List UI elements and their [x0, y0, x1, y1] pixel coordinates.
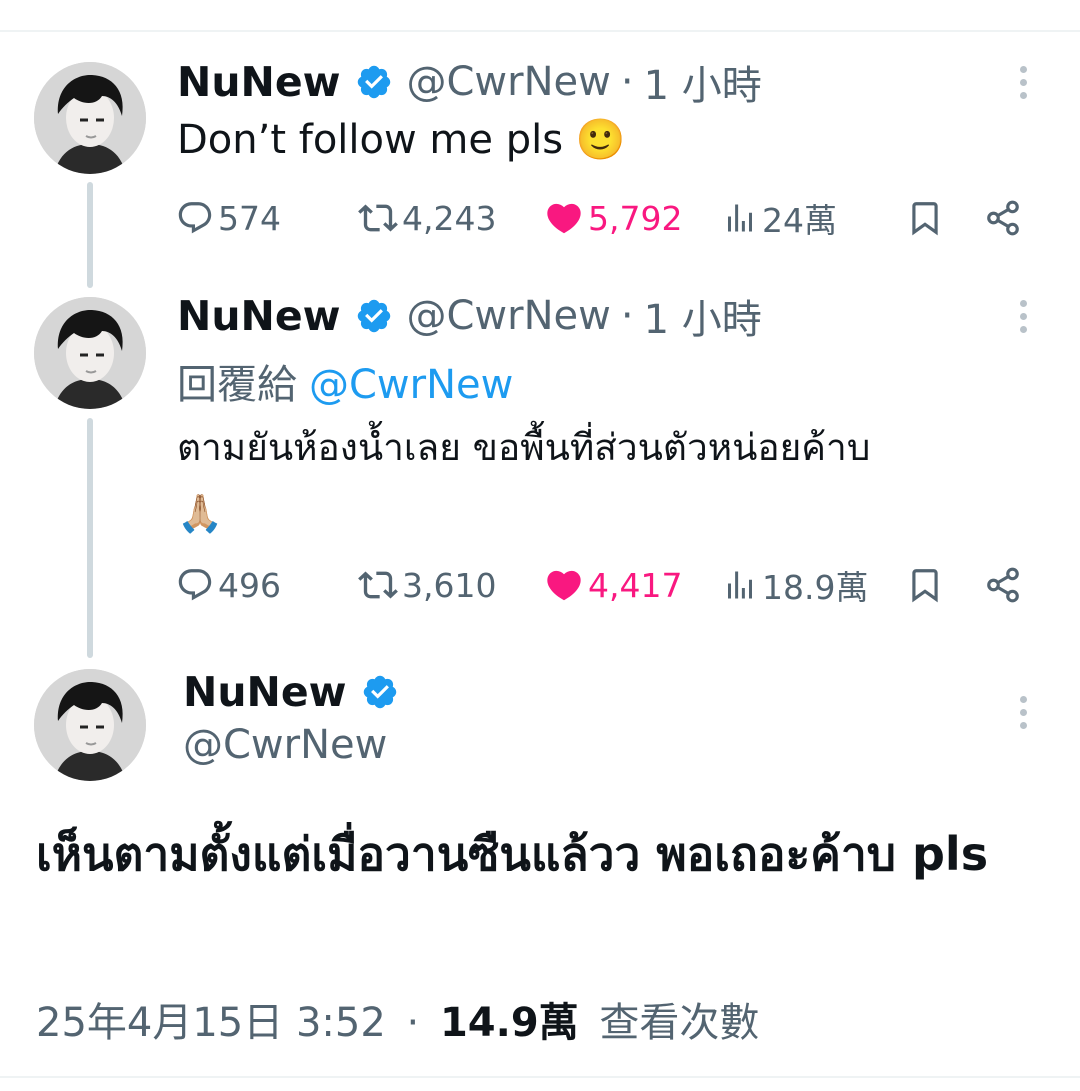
avatar[interactable] [34, 669, 146, 781]
tweet-meta: 25年4月15日 3:52 · 14.9萬 查看次數 [36, 990, 759, 1048]
like-button[interactable]: 4,417 [544, 560, 682, 610]
like-button[interactable]: 5,792 [544, 193, 682, 243]
like-count: 5,792 [588, 198, 683, 238]
tweet-text-line: ตามยันห้องน้ำเลย ขอพื้นที่ส่วนตัวหน่อยค้… [177, 426, 871, 469]
reply-icon [178, 202, 212, 234]
tweet-actions: 496 3,610 4,417 18.9萬 [176, 560, 1026, 610]
verified-badge-icon [355, 297, 393, 335]
separator-dot: · [620, 293, 634, 339]
main-tweet-name-row: NuNew [183, 664, 399, 720]
timestamp[interactable]: 1 小時 [644, 53, 762, 111]
handle[interactable]: @CwrNew [407, 59, 611, 105]
views-total: 14.9萬 [439, 1000, 579, 1046]
tweet-header: NuNew @CwrNew · 1 小時 [177, 54, 762, 110]
bookmark-icon [912, 569, 938, 603]
views-button[interactable]: 24萬 [722, 193, 837, 243]
verified-badge-icon [361, 673, 399, 711]
handle[interactable]: @CwrNew [183, 722, 387, 768]
more-options-icon[interactable] [1017, 300, 1029, 333]
views-button[interactable]: 18.9萬 [722, 560, 868, 610]
display-name[interactable]: NuNew [183, 668, 347, 716]
views-count: 24萬 [762, 201, 837, 240]
bookmark-icon [912, 202, 938, 236]
thread-line [87, 418, 93, 658]
avatar[interactable] [34, 62, 146, 174]
bottom-divider [0, 1076, 1080, 1078]
retweet-count: 3,610 [402, 565, 497, 605]
reply-mention-link[interactable]: @CwrNew [309, 362, 513, 408]
bookmark-button[interactable] [906, 193, 944, 243]
more-options-icon[interactable] [1017, 696, 1029, 729]
more-options-icon[interactable] [1017, 66, 1029, 99]
share-icon [987, 567, 1019, 603]
reply-button[interactable]: 574 [176, 193, 281, 243]
retweet-icon [358, 204, 398, 232]
views-count: 18.9萬 [762, 568, 869, 607]
share-button[interactable] [984, 193, 1022, 243]
separator-dot: · [406, 1000, 420, 1046]
tweet-text: ตามยันห้องน้ำเลย ขอพื้นที่ส่วนตัวหน่อยค้… [177, 418, 1027, 544]
share-icon [987, 200, 1019, 236]
retweet-icon [358, 571, 398, 599]
tweet-header: NuNew @CwrNew · 1 小時 [177, 288, 762, 344]
thread-line [87, 182, 93, 288]
tweet-text: Don’t follow me pls 🙂 [177, 117, 626, 163]
reply-prefix: 回覆給 [177, 362, 297, 408]
reply-icon [178, 569, 212, 601]
main-tweet-text: เห็นตามตั้งแต่เมื่อวานซืนแล้วว พอเถอะค้า… [36, 827, 989, 881]
reply-context: 回覆給 @CwrNew [177, 352, 513, 410]
tweet-text-emoji: 🙏🏼 [177, 492, 224, 535]
like-count: 4,417 [588, 565, 683, 605]
views-label: 查看次數 [599, 1000, 760, 1046]
heart-icon [547, 570, 581, 601]
retweet-button[interactable]: 3,610 [358, 560, 496, 610]
views-icon [728, 571, 752, 599]
retweet-count: 4,243 [402, 198, 497, 238]
reply-count: 574 [218, 198, 281, 238]
reply-button[interactable]: 496 [176, 560, 281, 610]
reply-count: 496 [218, 565, 281, 605]
tweet-datetime[interactable]: 25年4月15日 3:52 [36, 1000, 386, 1046]
bookmark-button[interactable] [906, 560, 944, 610]
display-name[interactable]: NuNew [177, 292, 341, 340]
top-divider [0, 30, 1080, 32]
display-name[interactable]: NuNew [177, 58, 341, 106]
avatar[interactable] [34, 297, 146, 409]
verified-badge-icon [355, 63, 393, 101]
timestamp[interactable]: 1 小時 [644, 287, 762, 345]
separator-dot: · [620, 59, 634, 105]
handle[interactable]: @CwrNew [407, 293, 611, 339]
retweet-button[interactable]: 4,243 [358, 193, 496, 243]
heart-icon [547, 203, 581, 234]
tweet-actions: 574 4,243 5,792 24萬 [176, 193, 1026, 243]
views-icon [728, 204, 752, 232]
share-button[interactable] [984, 560, 1022, 610]
